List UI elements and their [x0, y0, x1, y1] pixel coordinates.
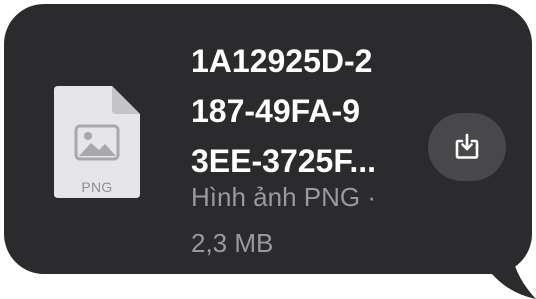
bubble-tail: [492, 246, 536, 299]
download-icon: [455, 133, 479, 159]
file-type: Hình ảnh PNG ·: [191, 182, 376, 212]
download-button[interactable]: [428, 113, 506, 181]
file-size: 2,3 MB: [191, 228, 274, 258]
file-extension-label: PNG: [81, 179, 113, 195]
file-name-line: 1A12925D-2: [191, 43, 373, 79]
file-meta: Hình ảnh PNG · 2,3 MB: [191, 174, 421, 266]
file-name-line: 187-49FA-9: [191, 93, 360, 129]
file-name: 1A12925D-2 187-49FA-9 3EE-3725F...: [191, 36, 421, 186]
